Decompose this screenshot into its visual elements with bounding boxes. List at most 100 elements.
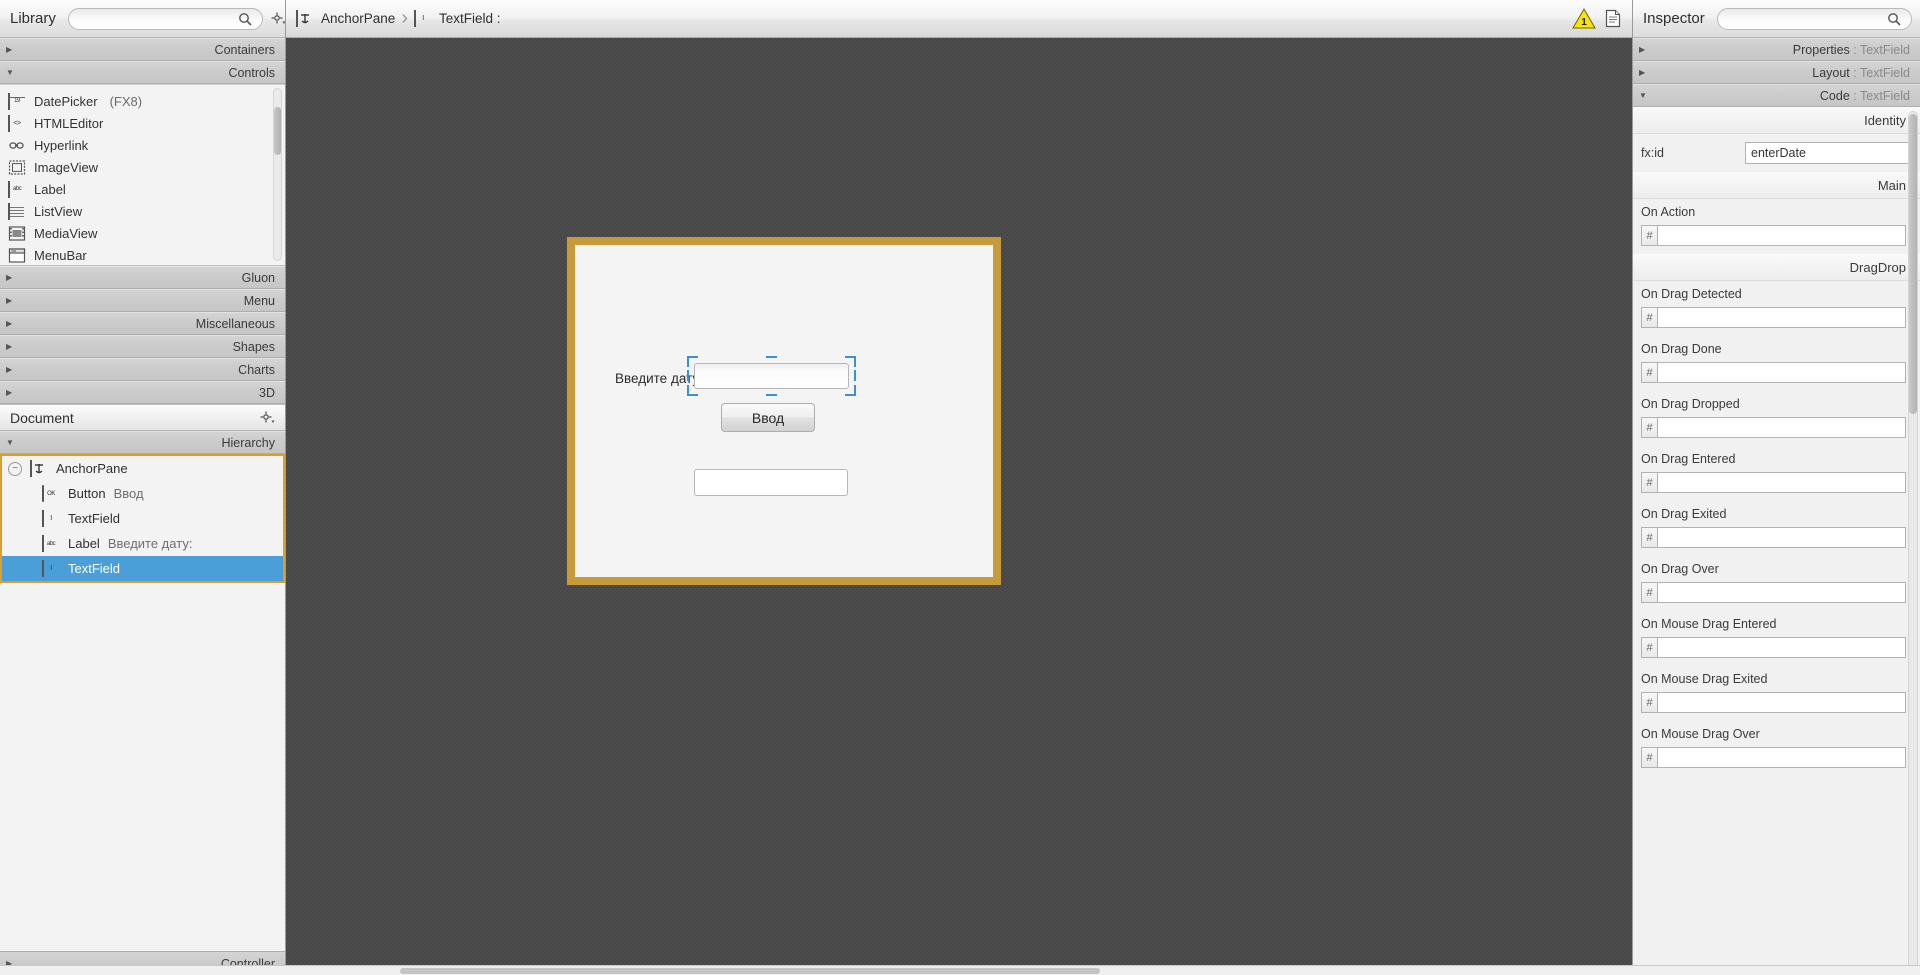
search-icon[interactable] [236, 10, 254, 28]
tree-row-label[interactable]: abc Label Введите дату: [2, 531, 283, 556]
library-item-hyperlink[interactable]: Hyperlink [0, 134, 285, 156]
library-item-label: MediaView [34, 225, 98, 241]
library-category-shapes[interactable]: ▶ Shapes [0, 335, 285, 358]
library-category-controls[interactable]: ▼ Controls [0, 61, 285, 84]
selection-handle-top-center[interactable] [766, 356, 777, 358]
field-on-mouse-drag-entered-input[interactable] [1657, 637, 1906, 658]
library-category-containers[interactable]: ▶ Containers [0, 38, 285, 61]
library-search-box[interactable] [67, 7, 263, 30]
library-item-imageview[interactable]: ImageView [0, 156, 285, 178]
library-category-3d[interactable]: ▶ 3D [0, 381, 285, 404]
tree-row-value: Введите дату: [107, 536, 193, 551]
inspector-search-input[interactable] [1725, 10, 1885, 27]
field-on-mouse-drag-over[interactable]: # [1641, 747, 1906, 768]
field-on-mouse-drag-exited-input[interactable] [1657, 692, 1906, 713]
library-item-label: DatePicker [34, 93, 98, 109]
field-on-drag-over-label-row: On Drag Over [1633, 556, 1920, 582]
library-item-menubar[interactable]: MenuBar [0, 244, 285, 265]
library-controls-list[interactable]: 19 DatePicker (FX8) <> HTMLEditor Hyperl… [0, 84, 285, 266]
field-on-action-input[interactable] [1657, 225, 1906, 246]
field-on-drag-dropped[interactable]: # [1641, 417, 1906, 438]
library-search-input[interactable] [76, 10, 236, 27]
selection-handle-left-middle[interactable] [687, 370, 689, 381]
document-gear-icon[interactable] [260, 411, 275, 425]
field-on-drag-over[interactable]: # [1641, 582, 1906, 603]
document-preview-icon[interactable] [1604, 9, 1622, 28]
scrollbar-thumb[interactable] [400, 968, 1100, 974]
collapse-toggle-icon[interactable]: − [8, 461, 22, 476]
library-category-miscellaneous[interactable]: ▶ Miscellaneous [0, 312, 285, 335]
search-icon[interactable] [1885, 10, 1903, 28]
inspector-search-box[interactable] [1716, 7, 1912, 30]
inspector-code-content: Identity fx:id Main On Action # DragDrop [1633, 107, 1920, 786]
inspector-panel: Inspector ▶ Properties : TextField ▶ Lay… [1632, 0, 1920, 975]
library-category-label: Containers [214, 42, 275, 57]
selection-handle-right-bottom[interactable] [854, 385, 856, 396]
field-on-mouse-drag-exited-label: On Mouse Drag Exited [1641, 672, 1768, 686]
form-submit-button[interactable]: Ввод [721, 403, 815, 432]
library-item-htmleditor[interactable]: <> HTMLEditor [0, 112, 285, 134]
scrollbar-thumb[interactable] [274, 107, 281, 155]
tree-row-textfield-1[interactable]: I TextField [2, 506, 283, 531]
breadcrumb-item-textfield[interactable]: I TextField : [413, 10, 501, 27]
field-on-drag-dropped-input[interactable] [1657, 417, 1906, 438]
breadcrumb-item-anchorpane[interactable]: AnchorPane [296, 10, 395, 27]
root-anchorpane[interactable]: Введите дату: Ввод [567, 237, 1001, 585]
field-on-drag-entered[interactable]: # [1641, 472, 1906, 493]
hash-prefix-icon: # [1641, 362, 1657, 383]
warning-triangle-icon[interactable]: 1 [1572, 8, 1596, 29]
field-on-mouse-drag-exited[interactable]: # [1641, 692, 1906, 713]
library-item-datepicker[interactable]: 19 DatePicker (FX8) [0, 90, 285, 112]
inspector-code-section[interactable]: Identity fx:id Main On Action # DragDrop [1633, 107, 1920, 975]
field-on-drag-detected-input[interactable] [1657, 307, 1906, 328]
document-hierarchy-bar[interactable]: ▼ Hierarchy [0, 431, 285, 454]
field-on-drag-exited-input[interactable] [1657, 527, 1906, 548]
library-category-gluon[interactable]: ▶ Gluon [0, 266, 285, 289]
field-on-drag-over-input[interactable] [1657, 582, 1906, 603]
tree-row-textfield-2[interactable]: I TextField [2, 556, 283, 581]
chevron-down-icon: ▼ [6, 67, 14, 77]
library-category-label: Charts [238, 362, 275, 377]
canvas-horizontal-scrollbar[interactable] [0, 965, 1920, 975]
library-gear-icon[interactable] [271, 12, 286, 26]
library-category-charts[interactable]: ▶ Charts [0, 358, 285, 381]
inspector-accordion-code[interactable]: ▼ Code : TextField [1633, 84, 1920, 107]
field-on-drag-entered-input[interactable] [1657, 472, 1906, 493]
inspector-scrollbar[interactable] [1908, 111, 1918, 971]
selection-handle-right-top[interactable] [854, 356, 856, 367]
selection-handle-right-middle[interactable] [854, 370, 856, 381]
field-on-drag-detected[interactable]: # [1641, 307, 1906, 328]
library-category-label: Menu [243, 293, 275, 308]
library-item-label: ListView [34, 203, 83, 219]
library-item-label: HTMLEditor [34, 115, 104, 131]
selection-handles [687, 356, 856, 396]
form-result-textfield[interactable] [694, 469, 848, 496]
selection-handle-left-top[interactable] [687, 356, 689, 367]
library-item-mediaview[interactable]: MediaView [0, 222, 285, 244]
field-on-mouse-drag-over-input[interactable] [1657, 747, 1906, 768]
field-on-action[interactable]: # [1641, 225, 1906, 246]
library-list-scrollbar[interactable] [273, 88, 282, 261]
library-category-menu[interactable]: ▶ Menu [0, 289, 285, 312]
field-on-drag-done[interactable]: # [1641, 362, 1906, 383]
hash-prefix-icon: # [1641, 225, 1657, 246]
tree-row-button[interactable]: OK Button Ввод [2, 481, 283, 506]
field-on-drag-exited[interactable]: # [1641, 527, 1906, 548]
hash-prefix-icon: # [1641, 582, 1657, 603]
field-fxid-input[interactable] [1745, 142, 1918, 164]
tree-row-type: Button [68, 486, 106, 501]
scrollbar-thumb[interactable] [1909, 114, 1917, 414]
tree-row-anchorpane[interactable]: − AnchorPane [2, 456, 283, 481]
field-on-drag-done-input[interactable] [1657, 362, 1906, 383]
field-on-drag-dropped-label-row: On Drag Dropped [1633, 391, 1920, 417]
library-item-listview[interactable]: ListView [0, 200, 285, 222]
selection-handle-bottom-center[interactable] [766, 394, 777, 396]
library-item-label[interactable]: abc Label [0, 178, 285, 200]
design-canvas[interactable]: Введите дату: Ввод [286, 38, 1632, 975]
hierarchy-tree[interactable]: − AnchorPane OK Button Ввод I TextField … [0, 454, 285, 951]
inspector-accordion-layout[interactable]: ▶ Layout : TextField [1633, 61, 1920, 84]
scene-builder-window: Library ▶ Containers ▼ Controls 19 DateP… [0, 0, 1920, 975]
selection-handle-left-bottom[interactable] [687, 385, 689, 396]
inspector-accordion-properties[interactable]: ▶ Properties : TextField [1633, 38, 1920, 61]
field-on-mouse-drag-entered[interactable]: # [1641, 637, 1906, 658]
